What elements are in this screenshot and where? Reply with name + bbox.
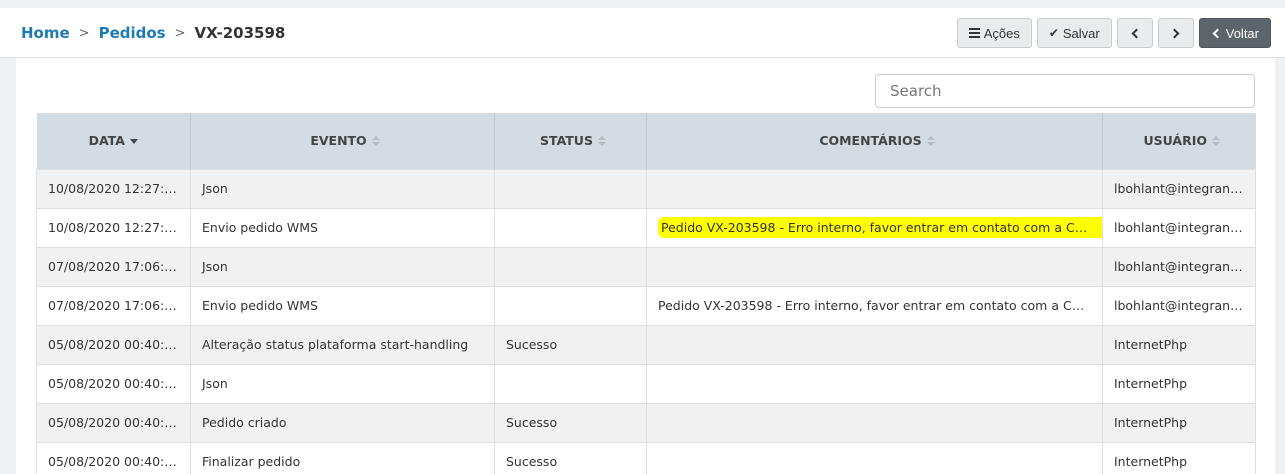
cell-event: Envio pedido WMS <box>190 207 495 248</box>
chevron-right-icon <box>1169 28 1180 38</box>
cell-event: Envio pedido WMS <box>190 285 495 326</box>
breadcrumb: Home > Pedidos > VX-203598 <box>21 24 285 42</box>
cell-status <box>494 246 647 287</box>
cell-user: lbohlant@integranana.com.br <box>1102 246 1256 287</box>
cell-user: InternetPhp <box>1102 363 1256 404</box>
table-row[interactable]: 05/08/2020 00:40:10 Json InternetPhp <box>36 363 1256 404</box>
cell-user: InternetPhp <box>1102 402 1256 443</box>
cell-event: Json <box>190 246 495 287</box>
save-button-label: Salvar <box>1062 25 1100 41</box>
cell-date: 10/08/2020 12:27:53 <box>36 207 191 248</box>
cell-date: 07/08/2020 17:06:13 <box>36 285 191 326</box>
highlighted-comment: Pedido VX-203598 - Erro interno, favor e… <box>658 217 1102 238</box>
save-button[interactable]: ✔ Salvar <box>1036 18 1112 48</box>
toolbar: Ações ✔ Salvar Voltar <box>956 18 1271 48</box>
breadcrumb-orders-link[interactable]: Pedidos <box>99 24 166 42</box>
breadcrumb-home-link[interactable]: Home <box>21 24 70 42</box>
cell-user: lbohlant@integranana.com.br <box>1102 168 1256 209</box>
cell-comment: Pedido VX-203598 - Erro interno, favor e… <box>646 285 1103 326</box>
column-header-event[interactable]: EVENTO <box>190 113 495 169</box>
cell-status <box>494 168 647 209</box>
cell-date: 10/08/2020 12:27:53 <box>36 168 191 209</box>
column-header-comments[interactable]: COMENTÁRIOS <box>646 113 1103 169</box>
history-panel: DATA EVENTO STATUS COMENTÁRIOS USUÁRIO 1… <box>16 58 1275 474</box>
cell-status: Sucesso <box>494 402 647 443</box>
table-row[interactable]: 10/08/2020 12:27:53 Envio pedido WMS Ped… <box>36 207 1256 248</box>
search-input[interactable] <box>875 74 1255 108</box>
breadcrumb-separator: > <box>78 25 90 41</box>
top-bar: Home > Pedidos > VX-203598 Ações ✔ Salva… <box>0 8 1285 58</box>
cell-comment <box>646 246 1103 287</box>
cell-status <box>494 285 647 326</box>
cell-user: lbohlant@integranana.com.br <box>1102 207 1256 248</box>
cell-comment: Pedido VX-203598 - Erro interno, favor e… <box>646 207 1103 248</box>
back-button-label: Voltar <box>1225 25 1259 41</box>
cell-comment <box>646 441 1103 474</box>
cell-date: 05/08/2020 00:40:10 <box>36 441 191 474</box>
next-button[interactable] <box>1157 18 1194 48</box>
actions-button[interactable]: Ações <box>956 18 1032 48</box>
table-row[interactable]: 05/08/2020 00:40:10 Finalizar pedido Suc… <box>36 441 1256 474</box>
cell-comment <box>646 402 1103 443</box>
cell-date: 05/08/2020 00:40:10 <box>36 363 191 404</box>
back-button[interactable]: Voltar <box>1198 18 1271 48</box>
cell-status: Sucesso <box>494 441 647 474</box>
chevron-left-icon <box>1131 28 1142 38</box>
list-icon <box>968 28 980 38</box>
previous-button[interactable] <box>1116 18 1153 48</box>
table-header-row: DATA EVENTO STATUS COMENTÁRIOS USUÁRIO <box>36 113 1256 169</box>
cell-event: Json <box>190 168 495 209</box>
history-table: DATA EVENTO STATUS COMENTÁRIOS USUÁRIO 1… <box>36 113 1256 474</box>
cell-user: InternetPhp <box>1102 324 1256 365</box>
cell-date: 05/08/2020 00:40:12 <box>36 324 191 365</box>
cell-user: lbohlant@integranana.com.br <box>1102 285 1256 326</box>
cell-comment <box>646 363 1103 404</box>
table-row[interactable]: 05/08/2020 00:40:12 Alteração status pla… <box>36 324 1256 365</box>
cell-event: Pedido criado <box>190 402 495 443</box>
cell-status <box>494 207 647 248</box>
cell-event: Alteração status plataforma start-handli… <box>190 324 495 365</box>
check-icon: ✔ <box>1048 26 1059 40</box>
cell-user: InternetPhp <box>1102 441 1256 474</box>
cell-event: Json <box>190 363 495 404</box>
cell-comment <box>646 168 1103 209</box>
cell-event: Finalizar pedido <box>190 441 495 474</box>
table-row[interactable]: 07/08/2020 17:06:13 Json lbohlant@integr… <box>36 246 1256 287</box>
column-header-date[interactable]: DATA <box>36 113 191 169</box>
breadcrumb-separator: > <box>174 25 186 41</box>
table-row[interactable]: 05/08/2020 00:40:10 Pedido criado Sucess… <box>36 402 1256 443</box>
table-row[interactable]: 10/08/2020 12:27:53 Json lbohlant@integr… <box>36 168 1256 209</box>
chevron-left-icon <box>1212 28 1223 38</box>
cell-date: 07/08/2020 17:06:13 <box>36 246 191 287</box>
column-header-status[interactable]: STATUS <box>494 113 647 169</box>
cell-date: 05/08/2020 00:40:10 <box>36 402 191 443</box>
breadcrumb-current: VX-203598 <box>194 24 286 42</box>
cell-status: Sucesso <box>494 324 647 365</box>
actions-button-label: Ações <box>983 25 1020 41</box>
table-row[interactable]: 07/08/2020 17:06:13 Envio pedido WMS Ped… <box>36 285 1256 326</box>
cell-status <box>494 363 647 404</box>
column-header-user[interactable]: USUÁRIO <box>1102 113 1256 169</box>
sort-desc-icon <box>129 139 138 145</box>
cell-comment <box>646 324 1103 365</box>
